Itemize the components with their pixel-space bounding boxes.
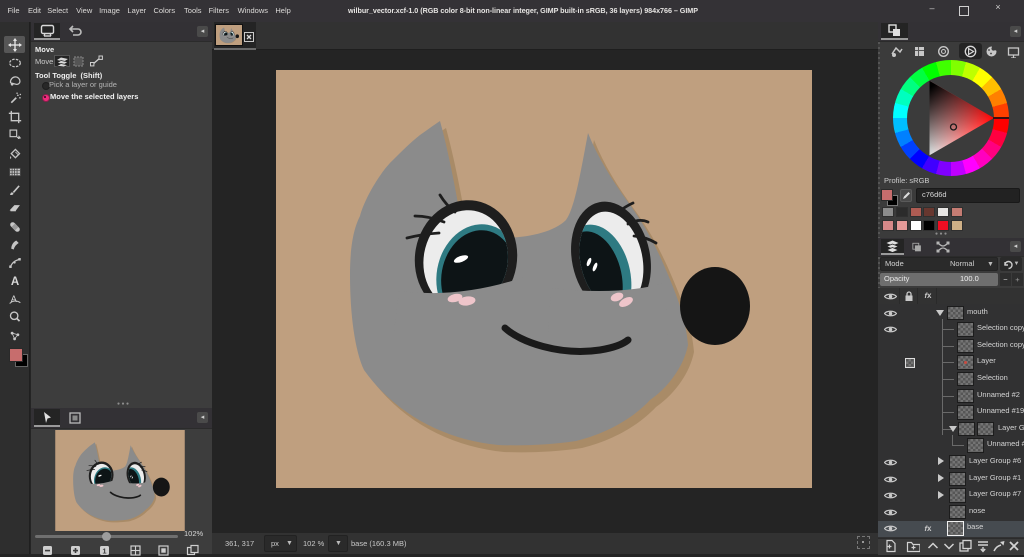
svg-text:A: A [10, 276, 19, 288]
svg-text:1: 1 [102, 546, 106, 555]
